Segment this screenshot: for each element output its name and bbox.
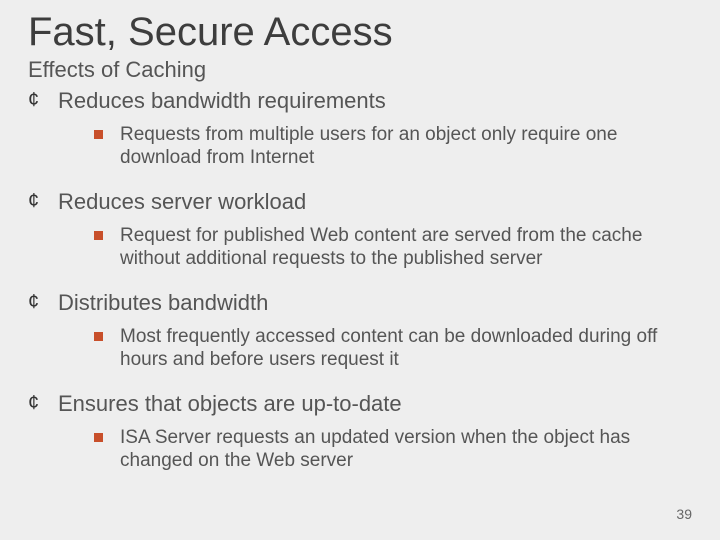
slide-subtitle: Effects of Caching — [28, 57, 692, 83]
sub-item: Request for published Web content are se… — [94, 224, 692, 272]
sub-item: Most frequently accessed content can be … — [94, 325, 692, 373]
list-item: Reduces server workload Request for publ… — [28, 188, 692, 271]
sub-list: Request for published Web content are se… — [58, 224, 692, 272]
bullet-heading: Reduces server workload — [58, 188, 692, 216]
sub-item: Requests from multiple users for an obje… — [94, 123, 692, 171]
sub-list: ISA Server requests an updated version w… — [58, 426, 692, 474]
bullet-heading: Reduces bandwidth requirements — [58, 87, 692, 115]
bullet-heading: Ensures that objects are up-to-date — [58, 390, 692, 418]
list-item: Distributes bandwidth Most frequently ac… — [28, 289, 692, 372]
bullet-list: Reduces bandwidth requirements Requests … — [28, 87, 692, 473]
bullet-heading: Distributes bandwidth — [58, 289, 692, 317]
slide: Fast, Secure Access Effects of Caching R… — [0, 0, 720, 540]
sub-list: Requests from multiple users for an obje… — [58, 123, 692, 171]
page-number: 39 — [676, 506, 692, 522]
list-item: Reduces bandwidth requirements Requests … — [28, 87, 692, 170]
sub-item: ISA Server requests an updated version w… — [94, 426, 692, 474]
sub-list: Most frequently accessed content can be … — [58, 325, 692, 373]
list-item: Ensures that objects are up-to-date ISA … — [28, 390, 692, 473]
slide-title: Fast, Secure Access — [28, 10, 692, 55]
